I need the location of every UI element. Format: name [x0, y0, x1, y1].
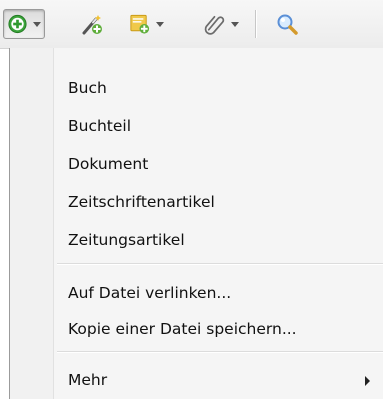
new-item-button[interactable]: [3, 9, 45, 39]
new-note-button[interactable]: [124, 9, 168, 39]
paperclip-icon: [204, 15, 225, 35]
menu-separator: [57, 351, 383, 353]
menu-item-label: Dokument: [68, 155, 149, 173]
menu-item-dokument[interactable]: Dokument: [11, 145, 383, 183]
menu-item-label: Buchteil: [68, 117, 132, 135]
menu-separator: [57, 263, 383, 265]
menu-item-label: Mehr: [68, 371, 108, 389]
menu-item-zeitschriftenartikel[interactable]: Zeitschriftenartikel: [11, 183, 383, 221]
menu-item-zeitungsartikel[interactable]: Zeitungsartikel: [11, 221, 383, 259]
menu-item-label: Auf Datei verlinken...: [68, 284, 232, 302]
menu-item-label: Zeitschriftenartikel: [68, 193, 215, 211]
toolbar-separator: [255, 10, 256, 38]
menu-item-label: Buch: [68, 79, 107, 97]
new-item-icon: [8, 14, 27, 34]
toolbar: [0, 0, 383, 49]
attachment-button[interactable]: [199, 9, 243, 39]
chevron-down-icon: [231, 21, 239, 27]
menu-item-buchteil[interactable]: Buchteil: [11, 107, 383, 145]
new-item-menu: Buch Buchteil Dokument Zeitschriftenarti…: [9, 48, 383, 399]
menu-item-link-file[interactable]: Auf Datei verlinken...: [11, 274, 383, 312]
app-window: Buch Buchteil Dokument Zeitschriftenarti…: [0, 0, 383, 399]
chevron-down-icon: [156, 21, 164, 27]
search-button[interactable]: [271, 9, 303, 39]
add-by-identifier-button[interactable]: [76, 9, 108, 39]
search-icon: [277, 14, 298, 35]
menu-item-store-file-copy[interactable]: Kopie einer Datei speichern...: [11, 310, 383, 348]
menu-item-buch[interactable]: Buch: [11, 69, 383, 107]
new-note-icon: [130, 14, 150, 34]
chevron-right-icon: [365, 376, 370, 386]
menu-item-label: Zeitungsartikel: [68, 231, 185, 249]
chevron-down-icon: [33, 21, 41, 27]
menu-item-label: Kopie einer Datei speichern...: [68, 320, 297, 338]
menu-item-more[interactable]: Mehr: [11, 361, 383, 399]
magic-wand-icon: [82, 15, 102, 35]
